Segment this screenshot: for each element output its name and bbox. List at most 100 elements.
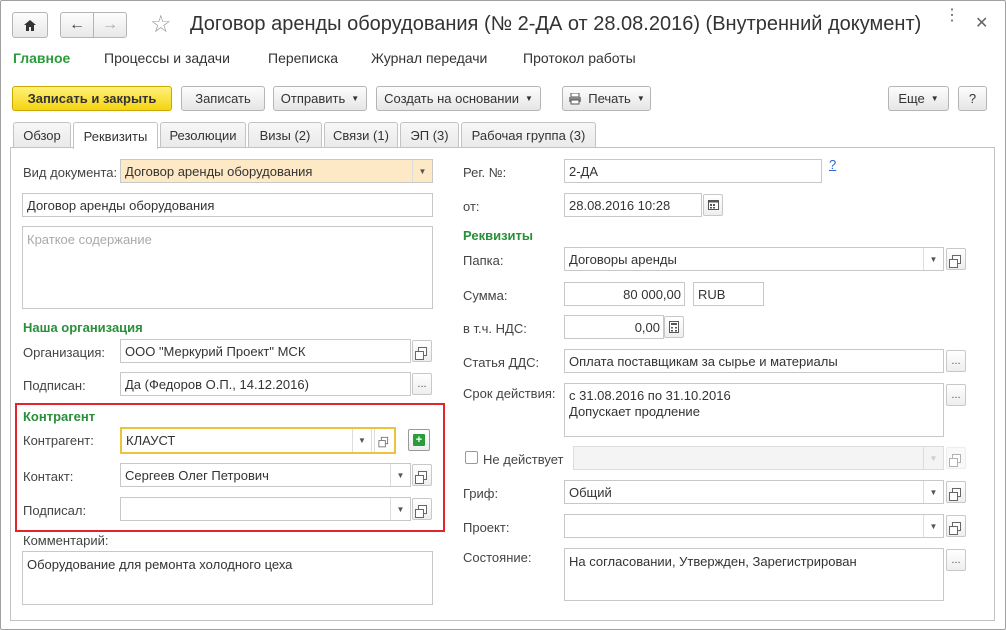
open-icon xyxy=(414,346,427,360)
dropdown-arrow-icon[interactable]: ▼ xyxy=(412,160,432,182)
signed-field[interactable]: Да (Федоров О.П., 14.12.2016) xyxy=(120,372,411,396)
open-contact-button[interactable] xyxy=(412,464,432,486)
create-based-button[interactable]: Создать на основании ▼ xyxy=(376,86,541,111)
tab-visas[interactable]: Визы (2) xyxy=(248,122,322,148)
help-button[interactable]: ? xyxy=(958,86,987,111)
org-field[interactable]: ООО "Меркурий Проект" МСК xyxy=(120,339,411,363)
select-state-button[interactable]: ... xyxy=(946,549,966,571)
dds-field[interactable]: Оплата поставщикам за сырье и материалы xyxy=(564,349,944,373)
select-term-button[interactable]: ... xyxy=(946,384,966,406)
forward-button[interactable]: → xyxy=(93,12,127,38)
inactive-checkbox[interactable] xyxy=(465,451,478,464)
tab-signatures[interactable]: ЭП (3) xyxy=(400,122,459,148)
signed-label: Подписан: xyxy=(23,378,86,393)
open-folder-button[interactable] xyxy=(946,248,966,270)
nav-main[interactable]: Главное xyxy=(13,50,70,66)
dropdown-arrow-icon: ▼ xyxy=(923,447,943,469)
open-icon xyxy=(948,521,961,535)
dropdown-arrow-icon[interactable]: ▼ xyxy=(923,515,943,537)
term-field[interactable]: с 31.08.2016 по 31.10.2016 Допускает про… xyxy=(564,383,944,437)
arrow-left-icon: ← xyxy=(69,16,85,33)
tab-workgroup[interactable]: Рабочая группа (3) xyxy=(461,122,596,148)
reg-label: Рег. №: xyxy=(463,165,507,180)
calculator-icon xyxy=(669,321,679,333)
state-field[interactable]: На согласовании, Утвержден, Зарегистриро… xyxy=(564,548,944,601)
grif-field[interactable]: Общий ▼ xyxy=(564,480,944,504)
calendar-icon xyxy=(707,200,719,210)
inactive-label: Не действует xyxy=(483,452,564,467)
print-button[interactable]: Печать ▼ xyxy=(562,86,651,111)
comment-field[interactable]: Оборудование для ремонта холодного цеха xyxy=(22,551,433,605)
dropdown-arrow-icon: ▼ xyxy=(524,94,533,103)
dropdown-arrow-icon: ▼ xyxy=(351,94,360,103)
save-button[interactable]: Записать xyxy=(181,86,265,111)
tab-overview[interactable]: Обзор xyxy=(13,122,71,148)
dropdown-arrow-icon: ▼ xyxy=(636,94,645,103)
add-green-icon: + xyxy=(413,434,425,446)
counterparty-field[interactable]: КЛАУСТ ▼ xyxy=(120,427,396,454)
sum-field[interactable]: 80 000,00 xyxy=(564,282,685,306)
reg-help-link[interactable]: ? xyxy=(829,157,836,172)
date-field[interactable]: 28.08.2016 10:28 xyxy=(564,193,702,217)
calculator-button[interactable] xyxy=(664,316,684,338)
doc-type-field[interactable]: Договор аренды оборудования ▼ xyxy=(120,159,433,183)
open-icon xyxy=(414,504,427,518)
more-button[interactable]: Еще ▼ xyxy=(888,86,949,111)
folder-field[interactable]: Договоры аренды ▼ xyxy=(564,247,944,271)
nav-work-log[interactable]: Протокол работы xyxy=(523,50,636,66)
dropdown-arrow-icon[interactable]: ▼ xyxy=(352,429,372,452)
dds-label: Статья ДДС: xyxy=(463,355,540,370)
close-icon[interactable]: ✕ xyxy=(975,13,988,33)
nav-processes[interactable]: Процессы и задачи xyxy=(104,50,230,66)
send-button[interactable]: Отправить ▼ xyxy=(273,86,367,111)
open-inactive-button xyxy=(946,447,966,469)
open-project-button[interactable] xyxy=(946,515,966,537)
org-label: Организация: xyxy=(23,345,106,360)
vat-field[interactable]: 0,00 xyxy=(564,315,664,339)
date-label: от: xyxy=(463,199,480,214)
nav-correspondence[interactable]: Переписка xyxy=(268,50,338,66)
open-org-button[interactable] xyxy=(412,340,432,362)
select-signed-button[interactable]: ... xyxy=(412,373,432,395)
dropdown-arrow-icon[interactable]: ▼ xyxy=(390,498,410,520)
home-button[interactable] xyxy=(12,12,48,38)
inactive-date-field: ▼ xyxy=(573,446,944,470)
dropdown-arrow-icon[interactable]: ▼ xyxy=(923,248,943,270)
home-icon xyxy=(24,19,36,31)
add-counterparty-button[interactable]: + xyxy=(408,429,430,451)
signed-by-field[interactable]: ▼ xyxy=(120,497,411,521)
tab-links[interactable]: Связи (1) xyxy=(324,122,398,148)
counterparty-section-title: Контрагент xyxy=(23,409,96,424)
tab-resolutions[interactable]: Резолюции xyxy=(160,122,246,148)
dropdown-arrow-icon: ▼ xyxy=(930,94,939,103)
dropdown-arrow-icon[interactable]: ▼ xyxy=(390,464,410,486)
currency-field[interactable]: RUB xyxy=(693,282,764,306)
save-close-button[interactable]: Записать и закрыть xyxy=(12,86,172,111)
term-label: Срок действия: xyxy=(463,386,556,401)
signed-by-label: Подписал: xyxy=(23,503,87,518)
select-dds-button[interactable]: ... xyxy=(946,350,966,372)
contact-field[interactable]: Сергеев Олег Петрович ▼ xyxy=(120,463,411,487)
reg-field[interactable]: 2-ДА xyxy=(564,159,822,183)
nav-transfer-log[interactable]: Журнал передачи xyxy=(371,50,487,66)
printer-icon xyxy=(569,92,582,104)
open-signed-by-button[interactable] xyxy=(412,498,432,520)
open-counterparty-button[interactable] xyxy=(374,429,394,452)
project-field[interactable]: ▼ xyxy=(564,514,944,538)
open-icon xyxy=(948,254,961,268)
back-button[interactable]: ← xyxy=(60,12,94,38)
open-grif-button[interactable] xyxy=(946,481,966,503)
summary-field[interactable]: Краткое содержание xyxy=(22,226,433,309)
arrow-right-icon: → xyxy=(102,16,118,33)
project-label: Проект: xyxy=(463,520,510,535)
comment-label: Комментарий: xyxy=(23,533,109,548)
open-icon xyxy=(414,470,427,484)
open-icon xyxy=(948,453,961,467)
doc-title-field[interactable]: Договор аренды оборудования xyxy=(22,193,433,217)
dropdown-arrow-icon[interactable]: ▼ xyxy=(923,481,943,503)
grif-label: Гриф: xyxy=(463,486,499,501)
tab-requisites[interactable]: Реквизиты xyxy=(73,122,158,149)
more-vertical-icon[interactable]: ⋮ xyxy=(944,8,960,24)
calendar-button[interactable] xyxy=(703,194,723,216)
favorite-star-icon[interactable]: ☆ xyxy=(150,10,172,39)
